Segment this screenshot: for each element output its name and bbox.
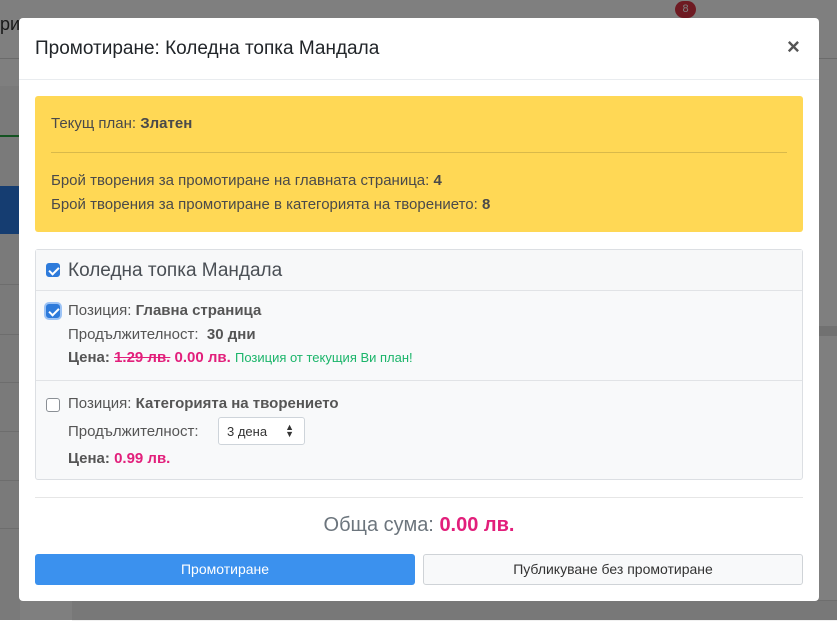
current-plan-label: Текущ план: [51, 115, 137, 132]
home-price-line: Цена: 1.29 лв. 0.00 лв. Позиция от текущ… [68, 349, 413, 366]
footer-divider [35, 497, 803, 498]
item-header: Коледна топка Мандала [36, 250, 802, 291]
category-price-value: 0.99 лв. [114, 450, 171, 467]
promote-modal: Промотиране: Коледна топка Мандала × Тек… [19, 18, 819, 601]
duration-select[interactable]: 3 дена ▲ ▼ [218, 417, 305, 445]
home-page-checkbox[interactable] [46, 304, 60, 318]
category-position-value: Категорията на творението [135, 395, 339, 412]
option-category: Позиция: Категорията на творението Продъ… [36, 381, 802, 478]
alert-divider [51, 152, 787, 153]
home-position-value: Главна страница [135, 302, 262, 319]
promotion-item-card: Коледна топка Мандала Позиция: Главна ст… [35, 249, 803, 480]
modal-header: Промотиране: Коледна топка Мандала × [19, 18, 819, 80]
total-value: 0.00 лв. [439, 514, 515, 536]
category-quota-value: 8 [481, 196, 491, 213]
home-quota-line: Брой творения за промотиране на главната… [51, 172, 442, 189]
publish-without-promotion-button[interactable]: Публикуване без промотиране [423, 554, 803, 585]
home-position-label: Позиция: [68, 302, 132, 319]
select-arrows-icon: ▲ ▼ [285, 422, 294, 439]
category-duration-label: Продължителност: [68, 423, 199, 440]
home-price-label: Цена: [68, 349, 110, 366]
home-price-old: 1.29 лв. [114, 349, 171, 366]
close-icon[interactable]: × [787, 34, 800, 60]
home-plan-note: Позиция от текущия Ви план! [234, 350, 413, 365]
home-duration-line: Продължителност: 30 дни [68, 326, 256, 343]
current-plan-line: Текущ план: Златен [51, 115, 192, 132]
promote-button[interactable]: Промотиране [35, 554, 415, 585]
home-duration-label: Продължителност: [68, 326, 199, 343]
home-duration-value: 30 дни [206, 326, 256, 343]
plan-info-alert: Текущ план: Златен Брой творения за пром… [35, 96, 803, 232]
item-checkbox[interactable] [46, 263, 60, 277]
category-quota-line: Брой творения за промотиране в категория… [51, 196, 490, 213]
home-quota-label: Брой творения за промотиране на главната… [51, 172, 430, 189]
duration-select-value: 3 дена [227, 424, 268, 439]
home-price-new: 0.00 лв. [174, 349, 231, 366]
category-position-line: Позиция: Категорията на творението [68, 395, 339, 412]
total-label: Обща сума: [323, 514, 434, 536]
category-position-label: Позиция: [68, 395, 132, 412]
home-quota-value: 4 [433, 172, 442, 189]
home-position-line: Позиция: Главна страница [68, 302, 261, 319]
category-price-label: Цена: [68, 450, 110, 467]
option-home-page: Позиция: Главна страница Продължителност… [36, 291, 802, 381]
category-price-line: Цена: 0.99 лв. [68, 450, 170, 467]
modal-title: Промотиране: Коледна топка Мандала [35, 38, 380, 59]
category-quota-label: Брой творения за промотиране в категория… [51, 196, 478, 213]
category-checkbox[interactable] [46, 398, 60, 412]
total-sum: Обща сума: 0.00 лв. [19, 514, 819, 537]
item-title: Коледна топка Мандала [68, 260, 283, 281]
current-plan-value: Златен [140, 115, 193, 132]
